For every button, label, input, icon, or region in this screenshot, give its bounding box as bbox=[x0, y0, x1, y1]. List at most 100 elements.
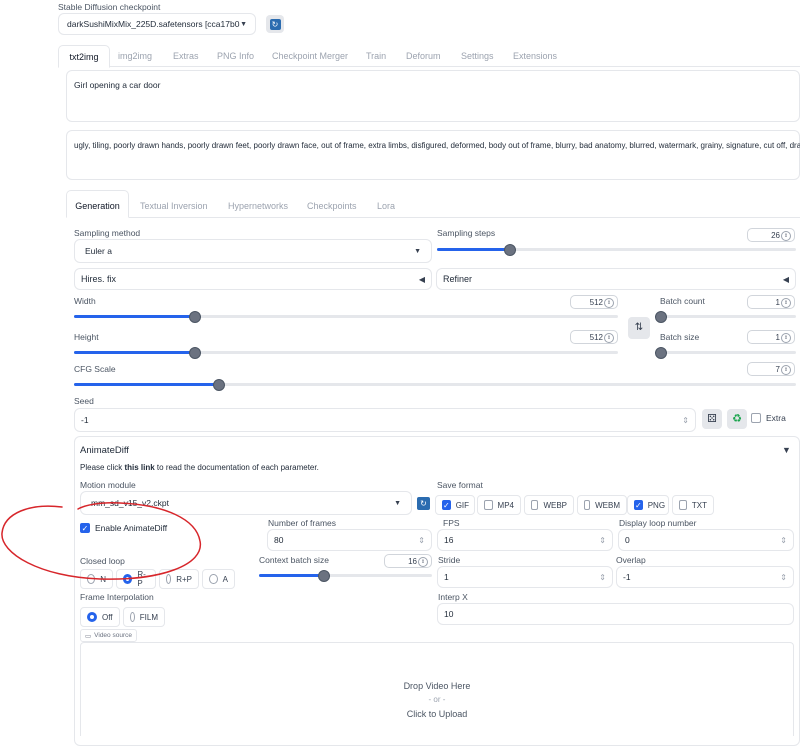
cfg-scale-slider[interactable] bbox=[74, 379, 796, 391]
batch-size-input[interactable]: 1 ⇕ bbox=[747, 330, 795, 344]
batch-count-label: Batch count bbox=[660, 296, 705, 306]
batch-size-value: 1 bbox=[775, 333, 780, 342]
interp-x-input[interactable]: 10 bbox=[437, 603, 794, 625]
checkpoint-dropdown[interactable]: darkSushiMixMix_225D.safetensors [cca17b… bbox=[58, 13, 256, 35]
format-webm-checkbox[interactable]: WEBM bbox=[577, 495, 627, 515]
height-value: 512 bbox=[589, 333, 603, 342]
seed-value: -1 bbox=[81, 415, 89, 425]
checkbox-checked-icon: ✓ bbox=[634, 500, 643, 510]
video-source-label: Video source bbox=[94, 632, 132, 639]
slider-handle[interactable] bbox=[188, 347, 201, 359]
loop-value: 0 bbox=[625, 535, 630, 545]
batch-size-slider[interactable] bbox=[655, 347, 796, 359]
tab-txt2img[interactable]: txt2img bbox=[58, 45, 110, 68]
width-label: Width bbox=[74, 296, 96, 306]
checkbox-icon bbox=[584, 500, 591, 510]
sub-tab-divider bbox=[66, 217, 800, 218]
batch-count-input[interactable]: 1 ⇕ bbox=[747, 295, 795, 309]
seed-input[interactable]: -1 ⇕ bbox=[74, 408, 696, 432]
frames-value: 80 bbox=[274, 535, 284, 545]
overlap-input[interactable]: -1 ⇕ bbox=[616, 566, 794, 588]
swap-icon: ⇅ bbox=[634, 322, 644, 333]
spinner-icon: ⇕ bbox=[418, 557, 428, 567]
interp-film-radio[interactable]: FILM bbox=[123, 607, 165, 627]
chevron-down-icon: ▼ bbox=[394, 499, 401, 507]
dice-icon: ⚄ bbox=[707, 413, 717, 425]
spinner-icon: ⇕ bbox=[682, 415, 689, 425]
slider-handle[interactable] bbox=[655, 311, 667, 323]
sampling-steps-slider[interactable] bbox=[437, 244, 796, 256]
interp-off-radio[interactable]: Off bbox=[80, 607, 120, 627]
cfg-scale-value: 7 bbox=[775, 365, 780, 374]
sampling-method-label: Sampling method bbox=[74, 228, 141, 238]
cfg-scale-input[interactable]: 7 ⇕ bbox=[747, 362, 795, 376]
hires-fix-accordion[interactable]: Hires. fix ◀ bbox=[74, 268, 432, 290]
reuse-seed-button[interactable]: ♻ bbox=[727, 409, 747, 429]
batch-count-slider[interactable] bbox=[655, 311, 796, 323]
random-seed-button[interactable]: ⚄ bbox=[702, 409, 722, 429]
collapse-arrow-icon: ◀ bbox=[418, 274, 425, 284]
format-label: TXT bbox=[691, 500, 707, 510]
video-source-tab[interactable]: ▭ Video source bbox=[80, 629, 137, 642]
refresh-icon: ↻ bbox=[269, 18, 281, 30]
seed-label: Seed bbox=[74, 396, 94, 406]
slider-handle[interactable] bbox=[318, 570, 330, 582]
tab-train[interactable]: Train bbox=[366, 51, 386, 61]
or-text: - or - bbox=[428, 695, 446, 704]
width-input[interactable]: 512 ⇕ bbox=[570, 295, 618, 309]
format-gif-checkbox[interactable]: ✓ GIF bbox=[435, 495, 475, 515]
tab-checkpoint-merger[interactable]: Checkpoint Merger bbox=[272, 51, 348, 61]
tab-img2img[interactable]: img2img bbox=[118, 51, 152, 61]
chevron-down-icon: ▼ bbox=[240, 20, 247, 28]
swap-dimensions-button[interactable]: ⇅ bbox=[628, 317, 650, 339]
collapse-arrow-icon[interactable]: ▼ bbox=[782, 445, 791, 455]
tab-extensions[interactable]: Extensions bbox=[513, 51, 557, 61]
doc-link[interactable]: this link bbox=[124, 463, 154, 472]
spinner-icon: ⇕ bbox=[604, 333, 614, 343]
width-slider[interactable] bbox=[74, 311, 618, 323]
tab-lora[interactable]: Lora bbox=[377, 201, 395, 211]
tab-textual-inversion[interactable]: Textual Inversion bbox=[140, 201, 208, 211]
height-input[interactable]: 512 ⇕ bbox=[570, 330, 618, 344]
tab-png-info[interactable]: PNG Info bbox=[217, 51, 254, 61]
red-circle-annotation bbox=[1, 502, 201, 580]
context-batch-slider[interactable] bbox=[259, 570, 432, 582]
tab-checkpoints[interactable]: Checkpoints bbox=[307, 201, 357, 211]
format-png-checkbox[interactable]: ✓ PNG bbox=[627, 495, 669, 515]
fps-input[interactable]: 16 ⇕ bbox=[437, 529, 613, 551]
refresh-checkpoint-button[interactable]: ↻ bbox=[266, 15, 284, 33]
refiner-accordion[interactable]: Refiner ◀ bbox=[436, 268, 796, 290]
tab-generation[interactable]: Generation bbox=[66, 190, 129, 218]
tab-settings[interactable]: Settings bbox=[461, 51, 494, 61]
format-webp-checkbox[interactable]: WEBP bbox=[524, 495, 574, 515]
overlap-label: Overlap bbox=[616, 555, 646, 565]
slider-handle[interactable] bbox=[503, 244, 516, 256]
checkbox-icon bbox=[484, 500, 493, 510]
tab-deforum[interactable]: Deforum bbox=[406, 51, 441, 61]
drop-text: Drop Video Here bbox=[403, 681, 471, 691]
extra-seed-checkbox[interactable]: Extra bbox=[751, 413, 786, 423]
frames-input[interactable]: 80 ⇕ bbox=[267, 529, 432, 551]
context-batch-input[interactable]: 16 ⇕ bbox=[384, 554, 432, 568]
negative-prompt-input[interactable]: ugly, tiling, poorly drawn hands, poorly… bbox=[66, 130, 800, 180]
slider-handle[interactable] bbox=[655, 347, 667, 359]
format-txt-checkbox[interactable]: TXT bbox=[672, 495, 714, 515]
checkbox-icon bbox=[751, 413, 761, 423]
stride-input[interactable]: 1 ⇕ bbox=[437, 566, 613, 588]
spinner-icon: ⇕ bbox=[604, 298, 614, 308]
slider-handle[interactable] bbox=[213, 379, 226, 391]
refresh-motion-module-button[interactable]: ↻ bbox=[417, 497, 430, 510]
animatediff-title[interactable]: AnimateDiff bbox=[80, 445, 129, 456]
fps-value: 16 bbox=[444, 535, 454, 545]
prompt-input[interactable]: Girl opening a car door bbox=[66, 70, 800, 122]
upload-text[interactable]: Click to Upload bbox=[80, 709, 794, 719]
tab-extras[interactable]: Extras bbox=[173, 51, 199, 61]
loop-input[interactable]: 0 ⇕ bbox=[618, 529, 794, 551]
height-slider[interactable] bbox=[74, 347, 618, 359]
stride-value: 1 bbox=[444, 572, 449, 582]
tab-hypernetworks[interactable]: Hypernetworks bbox=[228, 201, 288, 211]
sampling-steps-input[interactable]: 26 ⇕ bbox=[747, 228, 795, 242]
slider-handle[interactable] bbox=[188, 311, 201, 323]
format-mp4-checkbox[interactable]: MP4 bbox=[477, 495, 521, 515]
sampling-method-dropdown[interactable]: Euler a ▼ bbox=[74, 239, 432, 263]
